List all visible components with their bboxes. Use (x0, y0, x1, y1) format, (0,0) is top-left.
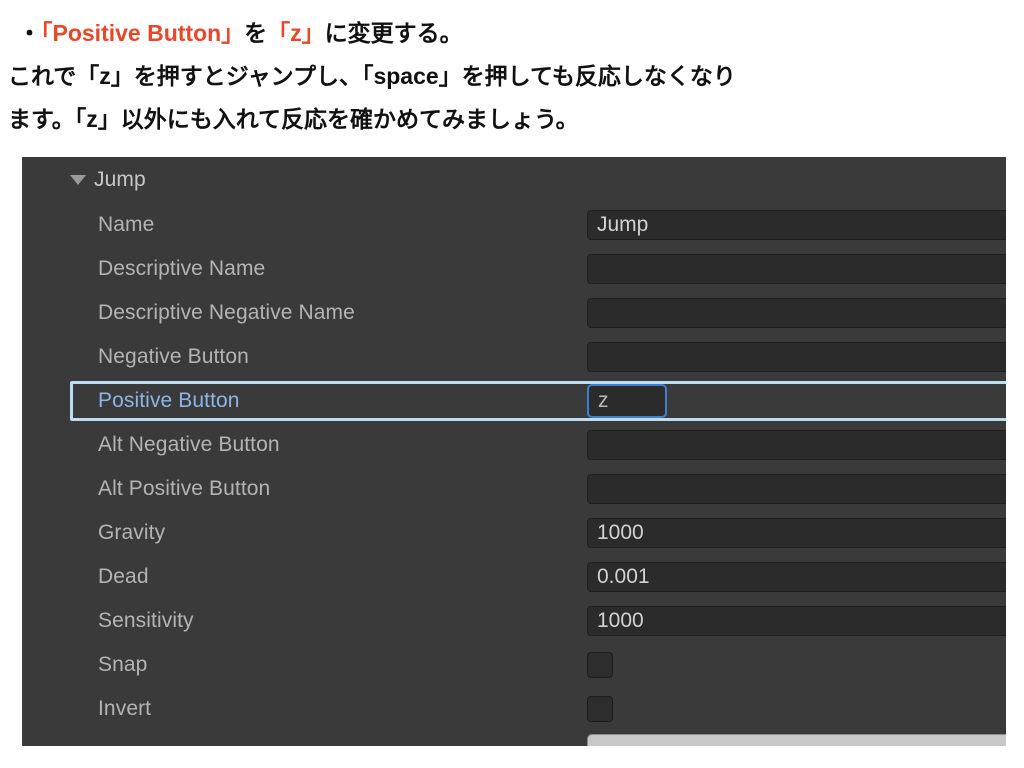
note-highlight-positive-button: 「Positive Button」 (41, 20, 245, 46)
property-text-input[interactable]: 1000 (587, 518, 1006, 548)
property-row[interactable]: Alt Positive Button (22, 467, 1006, 511)
property-text-input[interactable]: z (587, 384, 667, 418)
property-text-input[interactable] (587, 254, 1006, 284)
property-label: Descriptive Negative Name (98, 301, 355, 324)
property-row[interactable]: Dead 0.001 (22, 555, 1006, 599)
property-label: Sensitivity (98, 609, 194, 632)
property-checkbox[interactable] (587, 696, 613, 722)
property-row[interactable]: Positive Button z (22, 379, 1006, 423)
property-text-input[interactable] (587, 342, 1006, 372)
triangle-down-icon[interactable] (70, 175, 86, 185)
property-text-input[interactable] (587, 474, 1006, 504)
property-text-input[interactable] (587, 298, 1006, 328)
property-row[interactable]: Name Jump (22, 203, 1006, 247)
property-row[interactable]: Sensitivity 1000 (22, 599, 1006, 643)
property-row[interactable]: Negative Button (22, 335, 1006, 379)
property-text-input[interactable]: Jump (587, 210, 1006, 240)
foldout-row-jump[interactable]: Jump (22, 157, 1006, 203)
property-label: Snap (98, 653, 148, 676)
bullet-marker: ・ (18, 20, 41, 46)
property-label: Alt Negative Button (98, 433, 280, 456)
input-manager-inspector-panel: Jump Name Jump Descriptive Name Descriptive… (22, 157, 1006, 746)
property-row[interactable]: Snap (22, 643, 1006, 687)
note-highlight-z: 「z」 (267, 20, 325, 46)
cutoff-popup-field[interactable] (587, 734, 1006, 746)
property-label: Dead (98, 565, 149, 588)
property-label: Invert (98, 697, 152, 720)
note-line-3: ます。「z」以外にも入れて反応を確かめてみましょう。 (8, 106, 579, 132)
property-label: Negative Button (98, 345, 249, 368)
property-text-input[interactable] (587, 430, 1006, 460)
property-label: Positive Button (98, 389, 240, 412)
instruction-note: ・「Positive Button」を「z」に変更する。 これで「z」を押すとジ… (0, 0, 1024, 141)
property-row[interactable]: Alt Negative Button (22, 423, 1006, 467)
property-text-input[interactable]: 0.001 (587, 562, 1006, 592)
property-checkbox[interactable] (587, 652, 613, 678)
property-label: Descriptive Name (98, 257, 266, 280)
property-row[interactable]: Descriptive Name (22, 247, 1006, 291)
property-label: Gravity (98, 521, 166, 544)
property-rows: Name Jump Descriptive Name Descriptive Nega… (22, 203, 1006, 731)
note-line-2: これで「z」を押すとジャンプし、「space」を押しても反応しなくなり (8, 63, 736, 89)
property-row[interactable]: Invert (22, 687, 1006, 731)
foldout-label-jump: Jump (94, 168, 146, 191)
note-line1-tail: に変更する。 (324, 20, 463, 46)
property-row[interactable]: Gravity 1000 (22, 511, 1006, 555)
property-label: Alt Positive Button (98, 477, 271, 500)
note-line1-mid: を (244, 20, 268, 46)
property-row[interactable]: Descriptive Negative Name (22, 291, 1006, 335)
property-text-input[interactable]: 1000 (587, 606, 1006, 636)
property-label: Name (98, 213, 155, 236)
note-line-1: ・「Positive Button」を「z」に変更する。 (8, 12, 1016, 55)
